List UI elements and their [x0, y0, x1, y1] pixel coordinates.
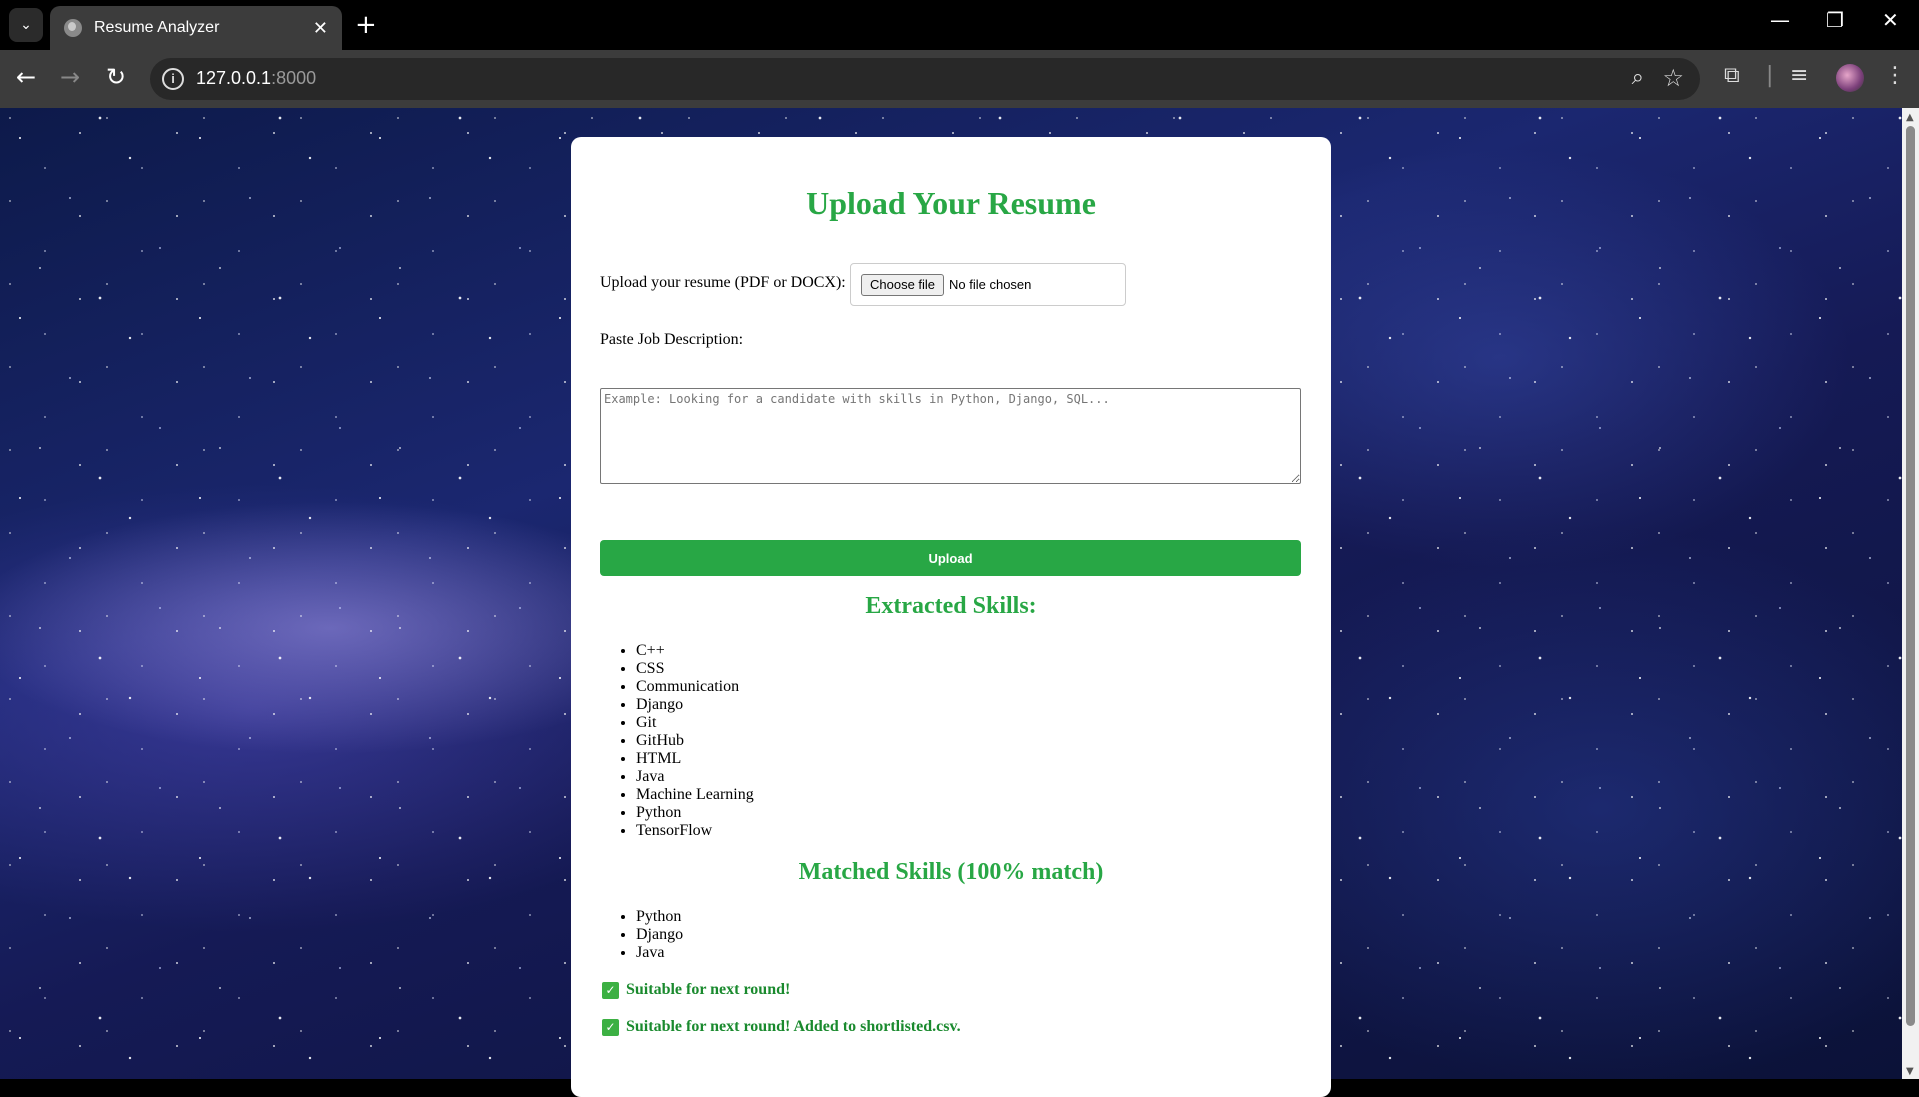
matched-skills-list: PythonDjangoJava — [611, 908, 683, 962]
bookmark-star-icon[interactable]: ☆ — [1662, 64, 1684, 92]
file-status: No file chosen — [949, 277, 1032, 292]
list-item: Django — [636, 926, 683, 944]
restore-icon[interactable]: ❐ — [1826, 8, 1844, 32]
scroll-down-icon[interactable]: ▼ — [1906, 1066, 1914, 1077]
close-icon[interactable]: ✕ — [313, 18, 328, 39]
profile-avatar[interactable] — [1836, 64, 1864, 92]
forward-icon[interactable]: → — [60, 63, 80, 91]
list-item: TensorFlow — [636, 822, 754, 840]
file-input[interactable]: Choose file No file chosen — [850, 263, 1126, 306]
job-description-label: Paste Job Description: — [600, 331, 744, 348]
shortlist-message: ✓ Suitable for next round! Added to shor… — [602, 1018, 961, 1036]
list-item: Communication — [636, 678, 754, 696]
list-item: Git — [636, 714, 754, 732]
zoom-icon[interactable]: ⌕ — [1632, 65, 1644, 90]
list-item: Python — [636, 908, 683, 926]
list-item: Machine Learning — [636, 786, 754, 804]
list-item: HTML — [636, 750, 754, 768]
window-close-icon[interactable]: ✕ — [1882, 8, 1899, 32]
scrollbar[interactable]: ▲ ▼ — [1902, 108, 1919, 1079]
list-item: GitHub — [636, 732, 754, 750]
back-icon[interactable]: ← — [16, 63, 36, 91]
choose-file-button[interactable]: Choose file — [861, 274, 945, 296]
menu-icon[interactable]: ⋮ — [1884, 63, 1906, 88]
status-message: ✓ Suitable for next round! — [602, 981, 790, 999]
browser-tab[interactable]: Resume Analyzer ✕ — [50, 6, 342, 50]
list-item: CSS — [636, 660, 754, 678]
list-item: C++ — [636, 642, 754, 660]
page-title: Upload Your Resume — [806, 185, 1096, 221]
extracted-skills-heading: Extracted Skills: — [865, 593, 1037, 619]
divider: | — [1766, 63, 1774, 88]
list-item: Java — [636, 768, 754, 786]
tab-search-button[interactable]: ⌄ — [9, 8, 43, 42]
list-item: Django — [636, 696, 754, 714]
check-icon: ✓ — [602, 981, 619, 999]
chevron-down-icon: ⌄ — [20, 17, 32, 33]
upload-card: Upload Your Resume Upload your resume (P… — [571, 137, 1331, 1097]
upload-button[interactable]: Upload — [600, 540, 1301, 576]
url-text[interactable]: 127.0.0.1:8000 — [196, 68, 316, 89]
globe-icon — [64, 19, 82, 37]
check-icon: ✓ — [602, 1018, 619, 1036]
file-label: Upload your resume (PDF or DOCX): — [600, 274, 846, 291]
browser-toolbar: ← → ↻ i 127.0.0.1:8000 ⌕ ☆ ⧉ | ≡ ⋮ — [0, 50, 1919, 108]
extensions-icon[interactable]: ⧉ — [1724, 63, 1740, 88]
list-item: Java — [636, 944, 683, 962]
new-tab-button[interactable]: + — [355, 10, 377, 40]
matched-skills-heading: Matched Skills (100% match) — [798, 859, 1104, 885]
scrollbar-thumb[interactable] — [1906, 126, 1915, 1026]
job-description-input[interactable] — [600, 388, 1301, 484]
scroll-up-icon[interactable]: ▲ — [1906, 112, 1914, 123]
extracted-skills-list: C++CSSCommunicationDjangoGitGitHubHTMLJa… — [611, 642, 754, 840]
minimize-icon[interactable]: — — [1770, 8, 1790, 32]
address-bar[interactable]: i 127.0.0.1:8000 ⌕ ☆ — [150, 58, 1700, 100]
reload-icon[interactable]: ↻ — [106, 63, 126, 91]
list-item: Python — [636, 804, 754, 822]
media-controls-icon[interactable]: ≡ — [1790, 63, 1808, 88]
browser-titlebar: ⌄ Resume Analyzer ✕ + — ❐ ✕ — [0, 0, 1919, 50]
tab-title: Resume Analyzer — [94, 19, 220, 36]
site-info-icon[interactable]: i — [162, 68, 184, 90]
